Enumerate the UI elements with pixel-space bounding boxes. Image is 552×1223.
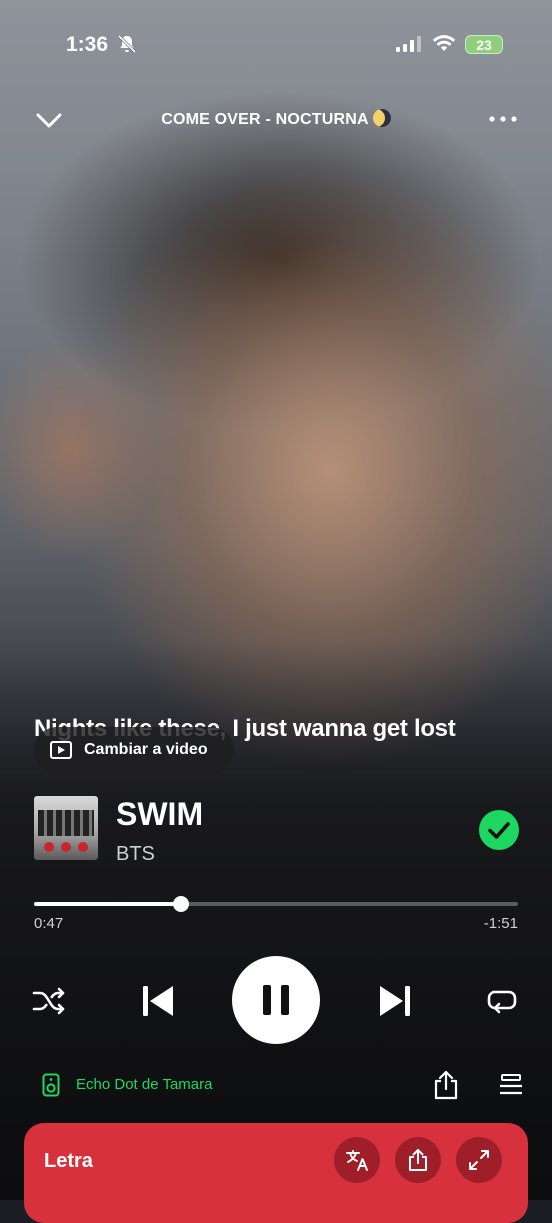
expand-lyrics-button[interactable] [456, 1137, 502, 1183]
share-icon[interactable] [433, 1070, 459, 1100]
pause-button[interactable] [232, 956, 320, 1044]
previous-icon[interactable] [140, 983, 176, 1019]
translate-button[interactable] [334, 1137, 380, 1183]
track-artist[interactable]: BTS [116, 843, 155, 866]
connected-device-name[interactable]: Echo Dot de Tamara [76, 1076, 212, 1093]
lyrics-card[interactable] [24, 1123, 528, 1223]
context-title-text: COME OVER - NOCTURNA [161, 111, 369, 128]
bell-slash-icon [117, 34, 137, 54]
pause-icon [263, 985, 289, 1015]
check-icon [488, 822, 510, 839]
switch-to-video-label: Cambiar a video [84, 741, 208, 758]
expand-icon [469, 1150, 489, 1170]
speaker-icon[interactable] [42, 1073, 60, 1097]
cover-figures [38, 810, 94, 836]
elapsed-time: 0:47 [34, 915, 64, 932]
liked-button[interactable] [479, 810, 519, 850]
share-lyrics-button[interactable] [395, 1137, 441, 1183]
moon-emoji [372, 109, 391, 127]
progress-handle[interactable] [172, 896, 189, 912]
signal-icon [396, 36, 421, 52]
album-cover[interactable] [34, 796, 98, 860]
context-title: COME OVER - NOCTURNA [0, 109, 552, 129]
progress-fill [34, 902, 181, 906]
queue-icon[interactable] [498, 1073, 524, 1097]
remaining-time: -1:51 [483, 915, 518, 932]
more-icon[interactable] [488, 112, 518, 126]
next-icon[interactable] [377, 983, 413, 1019]
battery-icon: 23 [465, 35, 503, 54]
shuffle-icon[interactable] [32, 985, 66, 1017]
share-icon [409, 1149, 427, 1171]
cover-logo [44, 842, 88, 852]
repeat-icon[interactable] [485, 985, 519, 1017]
status-time: 1:36 [66, 33, 109, 56]
translate-icon [346, 1150, 368, 1171]
video-icon [50, 741, 72, 759]
lyrics-label: Letra [44, 1150, 93, 1172]
track-title[interactable]: SWIM [116, 796, 203, 833]
wifi-icon [432, 35, 456, 51]
switch-to-video-button[interactable]: Cambiar a video [34, 727, 234, 773]
